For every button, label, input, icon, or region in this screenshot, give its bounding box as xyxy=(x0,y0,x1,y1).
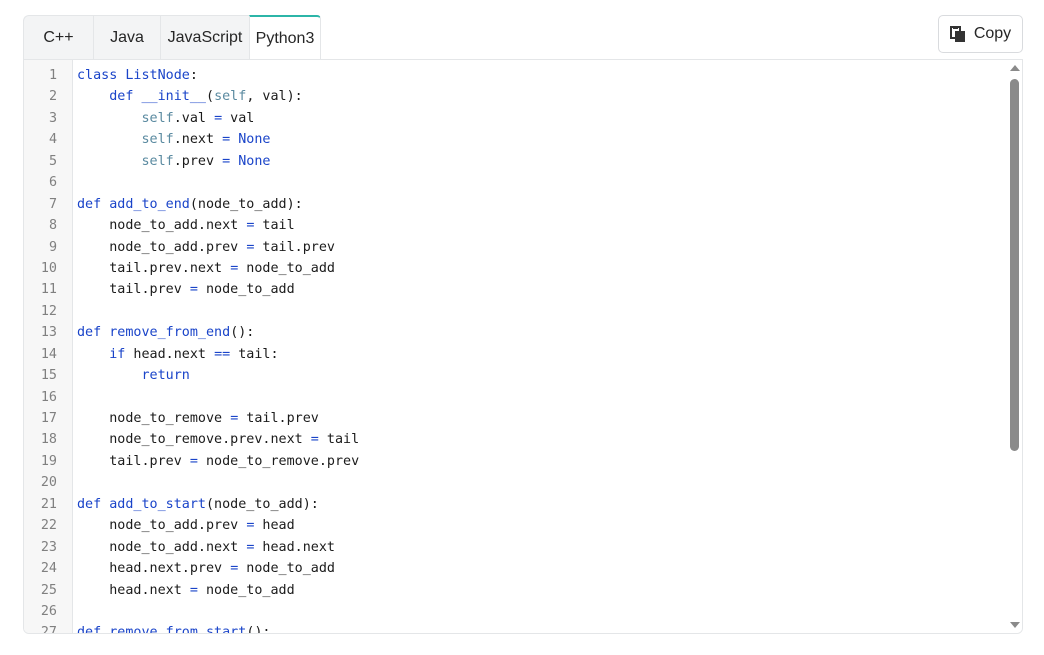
code-text: class ListNode: xyxy=(77,68,198,83)
code-line: 14 if head.next == tail: xyxy=(24,344,1008,365)
line-number: 16 xyxy=(40,389,57,405)
code-text: node_to_add.next = tail xyxy=(77,218,295,234)
code-line: 2 def __init__(self, val): xyxy=(24,86,1008,107)
line-number: 11 xyxy=(40,282,57,298)
code-text: tail.prev = node_to_remove.prev xyxy=(77,453,360,469)
code-text: node_to_add.prev = head xyxy=(77,518,295,534)
line-number: 14 xyxy=(40,346,57,362)
code-line: 4 self.next = None xyxy=(24,129,1008,150)
code-line: 18 node_to_remove.prev.next = tail xyxy=(24,429,1008,450)
line-number: 20 xyxy=(40,475,57,491)
code-line: 9 node_to_add.prev = tail.prev xyxy=(24,237,1008,258)
line-number: 17 xyxy=(40,411,57,426)
code-text: tail.prev = node_to_add xyxy=(77,282,295,298)
code-line: 8 node_to_add.next = tail xyxy=(24,215,1008,236)
code-line: 15 return xyxy=(24,365,1008,386)
language-tabs: C++ Java JavaScript Python3 xyxy=(23,15,321,61)
code-text: node_to_add.prev = tail.prev xyxy=(77,239,335,255)
code-line: 27 def remove_from_start(): xyxy=(24,622,1008,634)
code-text: def add_to_start(node_to_add): xyxy=(77,496,319,512)
code-text: def add_to_end(node_to_add): xyxy=(77,196,303,212)
line-number: 5 xyxy=(48,153,57,169)
code-text: head.next.prev = node_to_add xyxy=(77,561,335,577)
line-number: 4 xyxy=(48,132,57,148)
code-line: 11 tail.prev = node_to_add xyxy=(24,279,1008,300)
tab-java[interactable]: Java xyxy=(93,15,160,60)
line-number: 6 xyxy=(48,175,57,191)
line-number: 13 xyxy=(40,325,57,341)
code-text: tail.prev.next = node_to_add xyxy=(77,260,335,276)
code-line: 5 self.prev = None xyxy=(24,151,1008,172)
tab-python3[interactable]: Python3 xyxy=(249,15,321,61)
code-line: 19 tail.prev = node_to_remove.prev xyxy=(24,451,1008,472)
line-number: 9 xyxy=(48,239,57,255)
code-text: self.prev = None xyxy=(141,153,271,169)
line-number: 8 xyxy=(48,218,57,234)
line-number: 1 xyxy=(48,68,57,83)
code-line: 22 node_to_add.prev = head xyxy=(24,515,1008,536)
code-line: 3 self.val = val xyxy=(24,108,1008,129)
copy-button[interactable]: Copy xyxy=(938,15,1023,53)
scroll-up-arrow-icon[interactable] xyxy=(1010,65,1020,71)
code-line: 20 xyxy=(24,472,1008,493)
code-text: head.next = node_to_add xyxy=(77,582,295,598)
code-line: 10 tail.prev.next = node_to_add xyxy=(24,258,1008,279)
copy-button-label: Copy xyxy=(973,25,1012,42)
code-text: node_to_remove = tail.prev xyxy=(77,411,319,426)
vertical-scrollbar[interactable] xyxy=(1008,60,1022,633)
code-text: self.next = None xyxy=(141,132,271,148)
line-number: 7 xyxy=(48,196,57,212)
line-number: 23 xyxy=(40,539,57,555)
code-line: 26 xyxy=(24,601,1008,622)
tab-cpp[interactable]: C++ xyxy=(23,15,93,60)
code-line: 25 head.next = node_to_add xyxy=(24,580,1008,601)
code-line: 23 node_to_add.next = head.next xyxy=(24,537,1008,558)
code-editor[interactable]: 1 class ListNode: 2 def __init__(self, val… xyxy=(23,59,1023,634)
code-text: return xyxy=(141,368,190,384)
code-line: 1 class ListNode: xyxy=(24,65,1008,86)
line-number: 18 xyxy=(40,432,57,448)
line-number: 27 xyxy=(40,625,57,634)
line-number: 19 xyxy=(40,453,57,469)
line-number: 3 xyxy=(48,110,57,126)
line-number: 26 xyxy=(40,603,57,619)
line-number: 24 xyxy=(40,561,57,577)
tab-javascript[interactable]: JavaScript xyxy=(160,15,249,60)
code-text: def __init__(self, val): xyxy=(109,89,303,105)
code-text: self.val = val xyxy=(141,110,255,126)
code-text: node_to_add.next = head.next xyxy=(77,539,335,555)
code-line: 12 xyxy=(24,301,1008,322)
code-line: 16 xyxy=(24,387,1008,408)
line-number: 21 xyxy=(40,496,57,512)
line-number: 25 xyxy=(40,582,57,598)
line-number: 10 xyxy=(40,260,57,276)
scrollbar-thumb[interactable] xyxy=(1010,79,1019,451)
code-text: def remove_from_end(): xyxy=(77,325,255,341)
line-number: 15 xyxy=(40,368,57,384)
line-number: 2 xyxy=(48,89,57,105)
line-number: 22 xyxy=(40,518,57,534)
code-line: 21 def add_to_start(node_to_add): xyxy=(24,494,1008,515)
code-line: 17 node_to_remove = tail.prev xyxy=(24,408,1008,429)
code-viewer: C++ Java JavaScript Python3 Copy 1 class … xyxy=(23,15,1023,634)
line-number: 12 xyxy=(40,303,57,319)
code-lines: 1 class ListNode: 2 def __init__(self, val… xyxy=(24,65,1008,634)
code-line: 6 xyxy=(24,172,1008,193)
code-text: if head.next == tail: xyxy=(109,346,279,362)
code-text: node_to_remove.prev.next = tail xyxy=(77,432,360,448)
code-line: 7 def add_to_end(node_to_add): xyxy=(24,194,1008,215)
code-text: def remove_from_start(): xyxy=(77,625,271,634)
code-line: 13 def remove_from_end(): xyxy=(24,322,1008,343)
code-line: 24 head.next.prev = node_to_add xyxy=(24,558,1008,579)
scroll-down-arrow-icon[interactable] xyxy=(1010,622,1020,628)
copy-icon xyxy=(949,25,966,43)
